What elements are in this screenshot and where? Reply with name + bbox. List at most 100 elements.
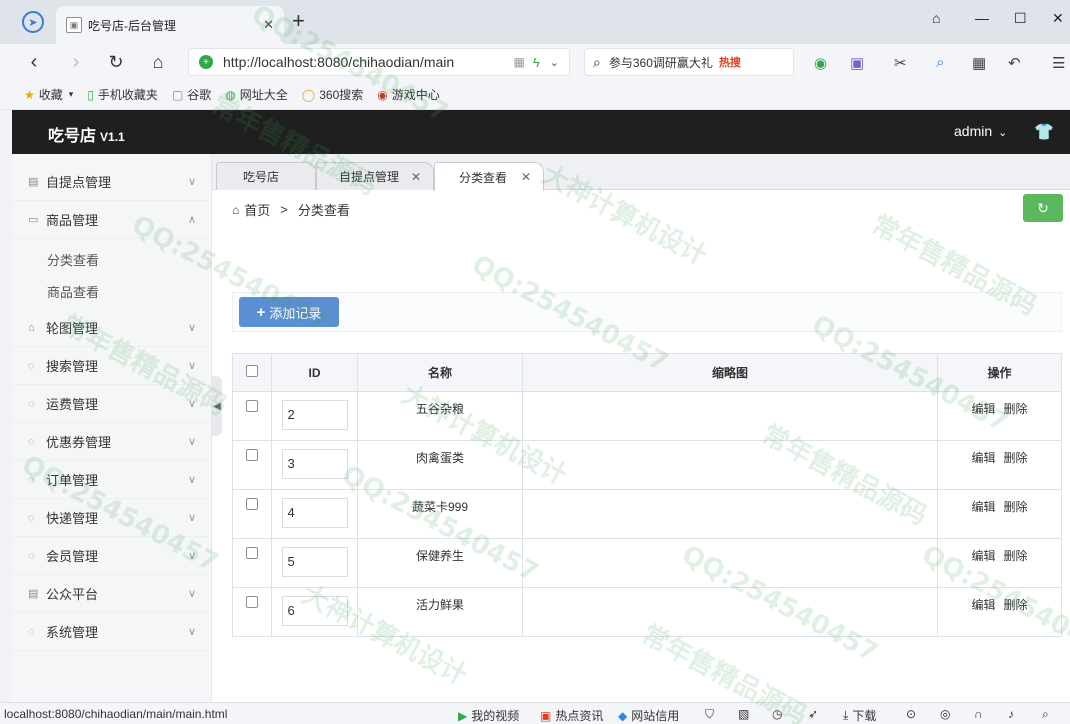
sidebar-item-pickup[interactable]: ▤ 自提点管理 ∨: [12, 163, 212, 201]
row-checkbox[interactable]: [246, 498, 258, 510]
bookmark-games[interactable]: ◉ 游戏中心: [377, 86, 440, 103]
sidebar-item-products[interactable]: ▭ 商品管理 ∧: [12, 201, 212, 239]
shield-icon[interactable]: ⛉: [705, 707, 714, 722]
sidebar-item-shipping[interactable]: ◌ 运费管理 ∨: [12, 385, 212, 423]
status-site-credit[interactable]: ◆ 网站信用: [618, 707, 679, 724]
sidebar-item-express[interactable]: ◌ 快递管理 ∨: [12, 499, 212, 537]
tab-label: 分类查看: [459, 170, 508, 185]
edit-link[interactable]: 编辑: [971, 549, 995, 563]
new-tab-button[interactable]: +: [292, 8, 305, 34]
home-icon[interactable]: ⌂: [146, 52, 170, 73]
tab-pickup[interactable]: 自提点管理 ✕: [316, 162, 434, 190]
image-icon[interactable]: ▧: [738, 707, 749, 721]
sidebar-item-carousel[interactable]: ⌂ 轮图管理 ∨: [12, 309, 212, 347]
sidebar-item-search[interactable]: ◌ 搜索管理 ∨: [12, 347, 212, 385]
refresh-button[interactable]: ↻: [1023, 194, 1063, 222]
sidebar-item-members[interactable]: ◌ 会员管理 ∨: [12, 537, 212, 575]
undo-icon[interactable]: ↶: [1008, 54, 1021, 72]
sidebar-item-public-platform[interactable]: ▤ 公众平台 ∨: [12, 575, 212, 613]
breadcrumb-home[interactable]: 首页: [244, 200, 270, 219]
user-menu[interactable]: admin ⌄: [954, 123, 1007, 139]
bookmark-360search[interactable]: ◯ 360搜索: [302, 86, 363, 103]
row-checkbox[interactable]: [246, 596, 258, 608]
status-my-video[interactable]: ▶ 我的视频: [458, 707, 519, 724]
row-select-cell: [232, 538, 272, 588]
bookmark-favorites[interactable]: ★ 收藏 ▾: [24, 86, 73, 103]
search-box[interactable]: ⌕ 参与360调研赢大礼 热搜: [584, 48, 794, 76]
row-checkbox[interactable]: [246, 449, 258, 461]
id-cell: 6: [271, 587, 358, 637]
url-dropdown-icon[interactable]: ⌄: [550, 56, 559, 69]
zoom-icon[interactable]: ⌕: [1042, 707, 1049, 722]
game-icon[interactable]: ⊙: [906, 707, 916, 721]
edit-link[interactable]: 编辑: [971, 500, 995, 514]
headset-icon[interactable]: ∩: [974, 707, 983, 721]
browser-tab[interactable]: ▣ 吃号店-后台管理 ✕: [56, 6, 284, 44]
tab-category-view[interactable]: 分类查看 ✕: [434, 162, 544, 191]
delete-link[interactable]: 删除: [1004, 549, 1028, 563]
sidebar-item-system[interactable]: ◌ 系统管理 ∨: [12, 613, 212, 651]
back-icon[interactable]: ‹: [22, 51, 46, 74]
close-icon[interactable]: ✕: [521, 170, 531, 184]
url-bar[interactable]: + http://localhost:8080/chihaodian/main …: [188, 48, 570, 76]
bookmark-label: 360搜索: [319, 88, 364, 102]
skin-icon[interactable]: ⌂: [932, 10, 940, 26]
edit-link[interactable]: 编辑: [971, 402, 995, 416]
translate-icon[interactable]: ▣: [850, 54, 864, 72]
bookmark-google[interactable]: ▢ 谷歌: [172, 86, 211, 103]
id-input[interactable]: 3: [281, 449, 348, 479]
delete-link[interactable]: 删除: [1004, 451, 1028, 465]
reload-icon[interactable]: ↻: [104, 52, 128, 73]
clock-icon[interactable]: ◷: [772, 707, 782, 721]
news-icon: ▣: [540, 708, 552, 723]
delete-link[interactable]: 删除: [1004, 500, 1028, 514]
sidebar-item-coupons[interactable]: ◌ 优惠券管理 ∨: [12, 423, 212, 461]
qr-icon[interactable]: ▦: [514, 55, 525, 69]
edit-link[interactable]: 编辑: [971, 451, 995, 465]
bookmark-directory[interactable]: ◍ 网址大全: [225, 86, 288, 103]
id-input[interactable]: 4: [281, 498, 348, 528]
theme-shirt-icon[interactable]: 👕: [1034, 122, 1054, 142]
status-hot-news[interactable]: ▣ 热点资讯: [540, 707, 603, 724]
id-input[interactable]: 2: [281, 400, 348, 430]
maximize-icon[interactable]: ☐: [1014, 10, 1027, 27]
close-tab-icon[interactable]: ✕: [263, 17, 274, 33]
extension-icon[interactable]: ◉: [814, 54, 827, 72]
sidebar-sub-category-view[interactable]: 分类查看: [12, 243, 212, 275]
select-all-checkbox[interactable]: [246, 365, 258, 377]
add-record-button[interactable]: + 添加记录: [239, 297, 339, 327]
menu-icon[interactable]: ☰: [1052, 54, 1065, 72]
tab-home[interactable]: 吃号店: [216, 162, 316, 190]
close-window-icon[interactable]: ✕: [1052, 10, 1064, 27]
delete-link[interactable]: 删除: [1004, 598, 1028, 612]
rocket-icon[interactable]: ➶: [808, 707, 818, 721]
bookmark-mobile[interactable]: ▯ 手机收藏夹: [87, 86, 158, 103]
apps-grid-icon[interactable]: ▦: [972, 54, 986, 72]
row-checkbox[interactable]: [246, 400, 258, 412]
volume-icon[interactable]: ♪: [1008, 707, 1014, 721]
sidebar-collapse-handle[interactable]: ◀: [212, 376, 222, 436]
close-icon[interactable]: ✕: [411, 170, 421, 184]
table-row: 5 保健养生 编辑 删除: [232, 538, 1062, 588]
row-checkbox[interactable]: [246, 547, 258, 559]
minimize-icon[interactable]: —: [975, 10, 989, 26]
browser-icon[interactable]: ◎: [940, 707, 950, 721]
id-input[interactable]: 6: [281, 596, 348, 626]
magnifier-icon[interactable]: ⌕: [936, 54, 944, 71]
cut-icon[interactable]: ✂: [894, 54, 907, 72]
globe-icon: ◍: [225, 87, 236, 102]
status-download[interactable]: ⤓ 下载: [843, 707, 876, 724]
column-header-id: ID: [271, 353, 358, 392]
sidebar-sub-product-view[interactable]: 商品查看: [12, 275, 212, 307]
delete-link[interactable]: 删除: [1004, 402, 1028, 416]
id-input[interactable]: 5: [281, 547, 348, 577]
sidebar-item-label: 会员管理: [46, 549, 99, 564]
sidebar-item-orders[interactable]: ◌ 订单管理 ∨: [12, 461, 212, 499]
chevron-down-icon: ∨: [187, 360, 196, 372]
status-label: 热点资讯: [555, 709, 604, 723]
edit-link[interactable]: 编辑: [971, 598, 995, 612]
forward-icon[interactable]: ›: [64, 51, 88, 74]
browser-logo-icon[interactable]: ➤: [22, 11, 44, 33]
sidebar-item-label: 商品管理: [46, 213, 99, 228]
bolt-icon[interactable]: ϟ: [533, 55, 540, 70]
